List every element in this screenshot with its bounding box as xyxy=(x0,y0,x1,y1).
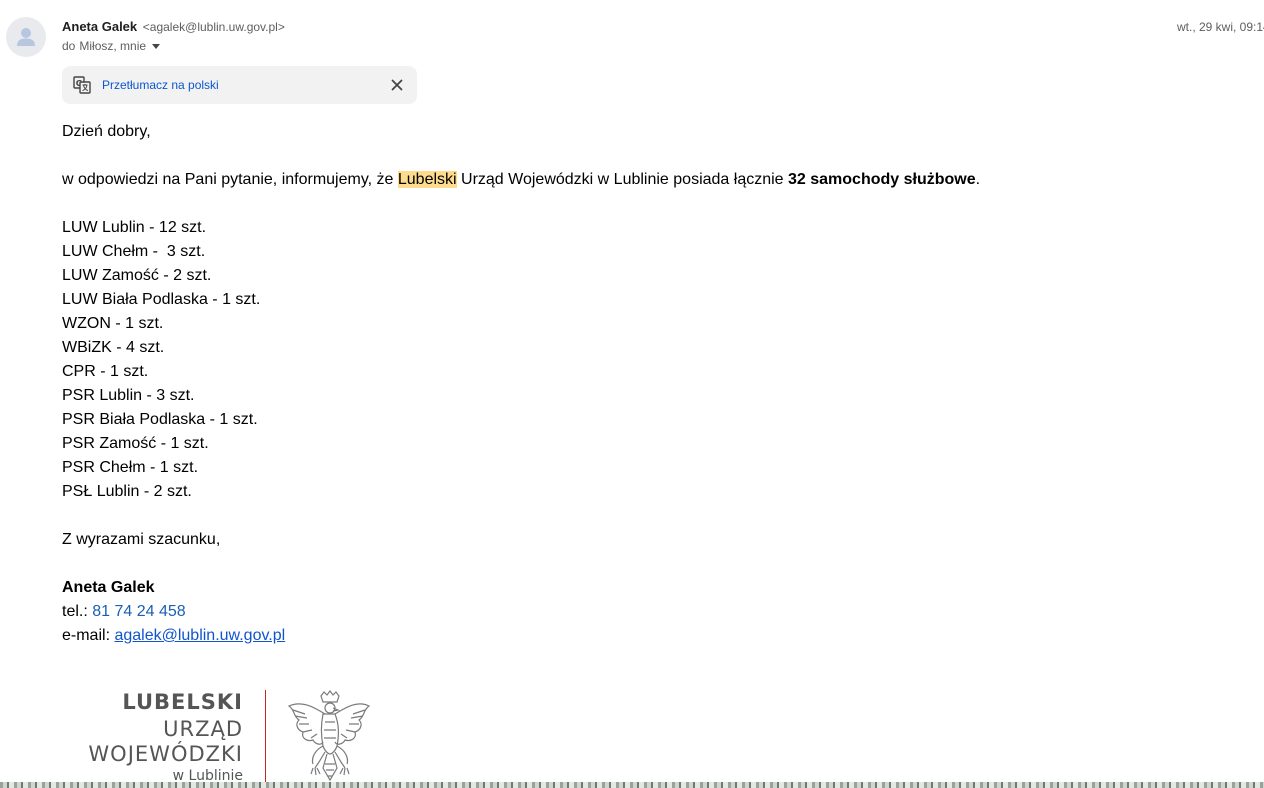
vehicle-list: LUW Lublin - 12 szt. LUW Chełm - 3 szt. … xyxy=(62,216,1162,504)
person-icon xyxy=(17,28,35,46)
phone-link[interactable]: 81 74 24 458 xyxy=(92,603,185,620)
message-date: wt., 29 kwi, 09:14 xyxy=(1177,20,1264,34)
logo-divider xyxy=(265,690,266,786)
closing: Z wyrazami szacunku, xyxy=(62,531,221,548)
signature-name: Aneta Galek xyxy=(62,579,155,596)
recipient-line: do Miłosz, mnie xyxy=(62,39,161,53)
list-item: CPR - 1 szt. xyxy=(62,363,149,380)
list-item: LUW Chełm - 3 szt. xyxy=(62,243,206,260)
to-prefix: do xyxy=(62,39,76,53)
avatar[interactable] xyxy=(6,17,46,57)
email-link[interactable]: agalek@lublin.uw.gov.pl xyxy=(114,627,285,644)
logo-line-1: LUBELSKI xyxy=(122,690,243,714)
list-item: LUW Zamość - 2 szt. xyxy=(62,267,212,284)
list-item: WZON - 1 szt. xyxy=(62,315,164,332)
greeting: Dzień dobry, xyxy=(62,123,151,140)
logo-text: LUBELSKI URZĄD WOJEWÓDZKI w Lublinie xyxy=(88,688,243,785)
list-item: PSR Biała Podlaska - 1 szt. xyxy=(62,411,258,428)
list-item: PSR Lublin - 3 szt. xyxy=(62,387,195,404)
signature-phone: tel.: 81 74 24 458 xyxy=(62,603,186,620)
list-item: PSR Zamość - 1 szt. xyxy=(62,435,209,452)
sender-email: <agalek@lublin.uw.gov.pl> xyxy=(142,20,285,34)
bottom-decorative-strip xyxy=(0,782,1264,788)
logo-line-2: URZĄD xyxy=(163,717,243,741)
chevron-down-icon[interactable] xyxy=(152,43,161,49)
close-icon[interactable] xyxy=(389,77,405,93)
message-body: Dzień dobry, w odpowiedzi na Pani pytani… xyxy=(62,120,1162,648)
total-count: 32 samochody służbowe xyxy=(788,171,976,188)
translate-icon: G xyxy=(73,76,91,94)
recipient-names: Miłosz, mnie xyxy=(79,39,147,53)
list-item: WBiZK - 4 szt. xyxy=(62,339,165,356)
signature-email: e-mail: agalek@lublin.uw.gov.pl xyxy=(62,627,286,644)
eagle-emblem-icon xyxy=(287,690,371,782)
list-item: LUW Biała Podlaska - 1 szt. xyxy=(62,291,261,308)
sender-line: Aneta Galek <agalek@lublin.uw.gov.pl> xyxy=(62,19,285,34)
organization-logo: LUBELSKI URZĄD WOJEWÓDZKI w Lublinie xyxy=(88,688,380,788)
intro-paragraph: w odpowiedzi na Pani pytanie, informujem… xyxy=(62,171,981,188)
list-item: PSR Chełm - 1 szt. xyxy=(62,459,199,476)
list-item: LUW Lublin - 12 szt. xyxy=(62,219,207,236)
logo-line-3: WOJEWÓDZKI xyxy=(88,742,243,766)
translate-bar: G Przetłumacz na polski xyxy=(62,66,417,104)
search-highlight: Lubelski xyxy=(397,171,457,188)
sender-name[interactable]: Aneta Galek xyxy=(62,19,137,34)
list-item: PSŁ Lublin - 2 szt. xyxy=(62,483,192,500)
translate-link[interactable]: Przetłumacz na polski xyxy=(102,78,219,92)
